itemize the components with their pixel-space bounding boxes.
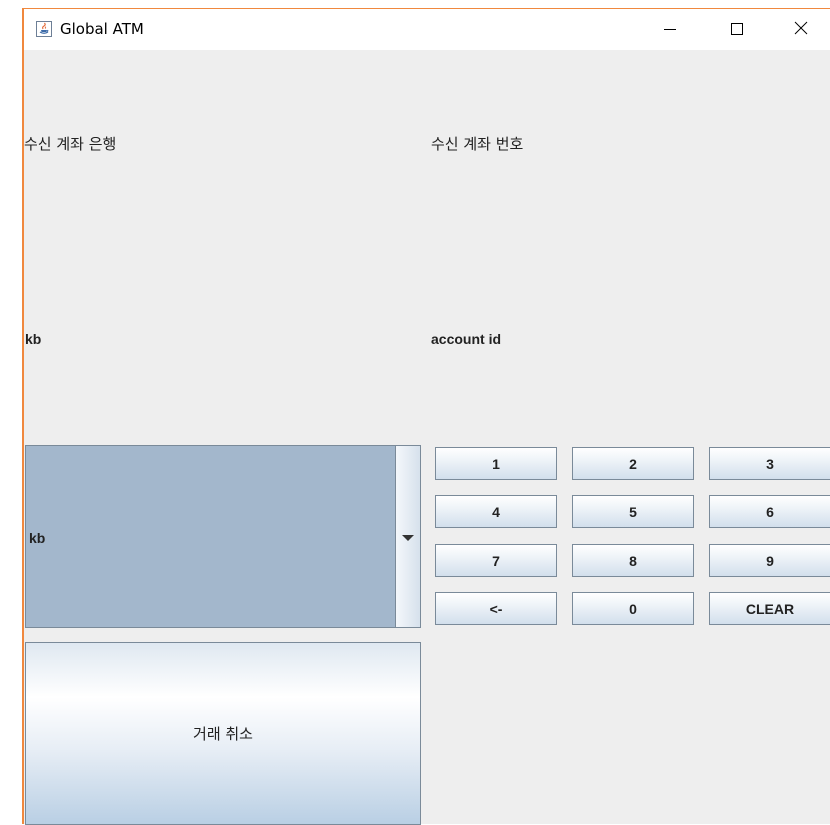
- keypad-key-4[interactable]: 4: [435, 495, 557, 528]
- title-bar: Global ATM: [24, 9, 830, 50]
- close-icon: [794, 20, 808, 39]
- keypad-key-clear[interactable]: CLEAR: [709, 592, 830, 625]
- receiving-bank-heading: 수신 계좌 은행: [24, 135, 117, 153]
- bank-value-label: kb: [25, 331, 42, 347]
- app-window: Global ATM 수신 계좌 은행 수신 계좌 번호 kb account …: [22, 8, 830, 825]
- keypad-key-7[interactable]: 7: [435, 544, 557, 577]
- keypad-key-3[interactable]: 3: [709, 447, 830, 480]
- keypad-key-6[interactable]: 6: [709, 495, 830, 528]
- bank-select-dropdown-button[interactable]: [395, 446, 420, 627]
- maximize-icon: [731, 20, 743, 39]
- keypad-key-2[interactable]: 2: [572, 447, 694, 480]
- minimize-icon: [664, 20, 676, 39]
- keypad-key-9[interactable]: 9: [709, 544, 830, 577]
- receiving-account-heading: 수신 계좌 번호: [431, 135, 524, 153]
- keypad-key-backspace[interactable]: <-: [435, 592, 557, 625]
- keypad-key-1[interactable]: 1: [435, 447, 557, 480]
- bank-select[interactable]: kb: [25, 445, 421, 628]
- account-value-label: account id: [431, 331, 502, 347]
- keypad-key-8[interactable]: 8: [572, 544, 694, 577]
- close-button[interactable]: [778, 9, 824, 50]
- minimize-button[interactable]: [647, 9, 693, 50]
- keypad-key-5[interactable]: 5: [572, 495, 694, 528]
- maximize-button[interactable]: [714, 9, 760, 50]
- cancel-transaction-button[interactable]: 거래 취소: [25, 642, 421, 825]
- caret-down-icon: [402, 527, 414, 546]
- window-title: Global ATM: [60, 20, 144, 38]
- bank-select-value: kb: [29, 530, 46, 546]
- keypad-key-0[interactable]: 0: [572, 592, 694, 625]
- java-app-icon: [36, 21, 52, 37]
